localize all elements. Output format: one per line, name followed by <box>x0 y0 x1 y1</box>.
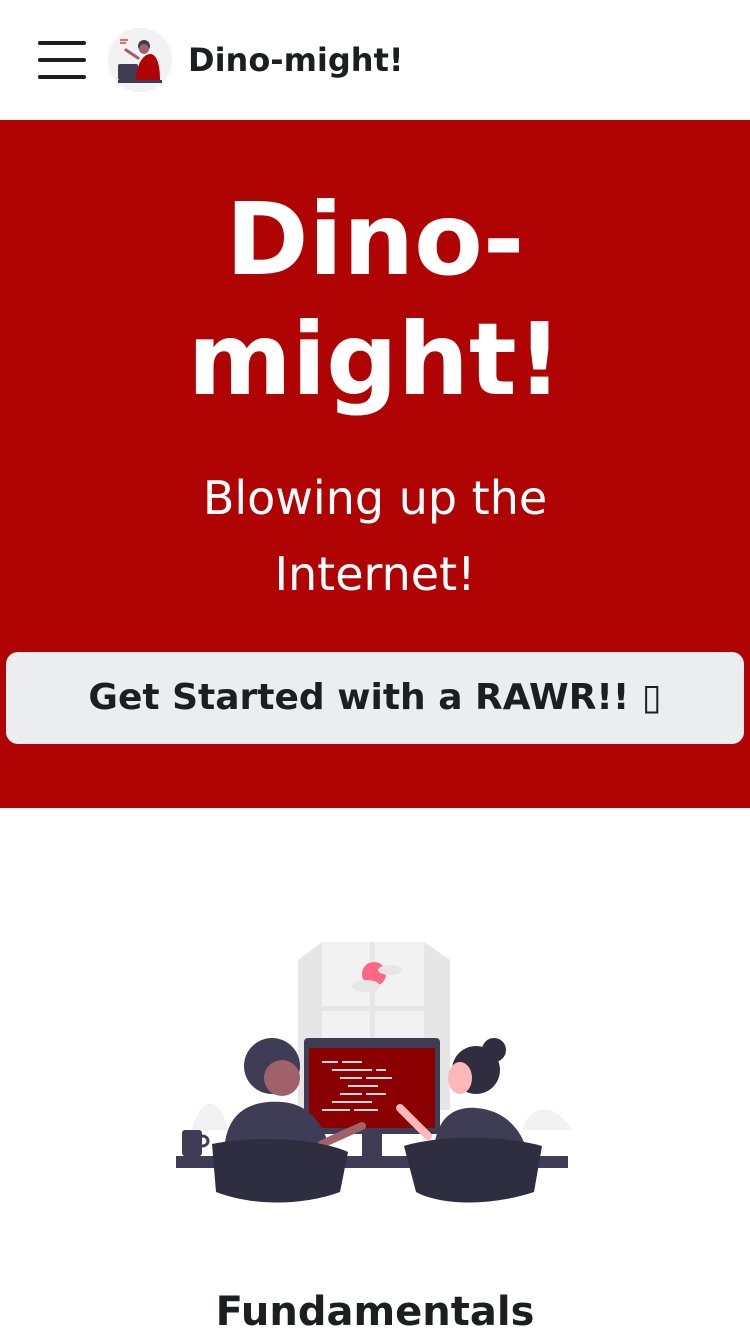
menu-line <box>38 58 86 62</box>
two-people-coding-illustration-icon <box>172 930 578 1210</box>
hero-title: Dino- might! <box>0 180 750 420</box>
hero-subtitle-line: Blowing up the <box>202 471 548 525</box>
hamburger-menu-icon[interactable] <box>38 41 86 79</box>
person-at-laptop-logo-icon <box>108 28 172 92</box>
section-title: Fundamentals <box>215 1289 535 1335</box>
navbar: Dino-might! <box>0 0 750 120</box>
get-started-button[interactable]: Get Started with a RAWR!! ▯ <box>6 652 744 744</box>
hero-banner: Dino- might! Blowing up the Internet! Ge… <box>0 120 750 808</box>
hero-title-line: might! <box>187 301 563 418</box>
hero-subtitle: Blowing up the Internet! <box>0 460 750 612</box>
hero-subtitle-line: Internet! <box>274 547 476 601</box>
brand-logo[interactable] <box>108 28 172 92</box>
menu-line <box>38 75 86 79</box>
hero-title-line: Dino- <box>225 181 525 298</box>
menu-line <box>38 41 86 45</box>
brand-title[interactable]: Dino-might! <box>188 38 403 82</box>
